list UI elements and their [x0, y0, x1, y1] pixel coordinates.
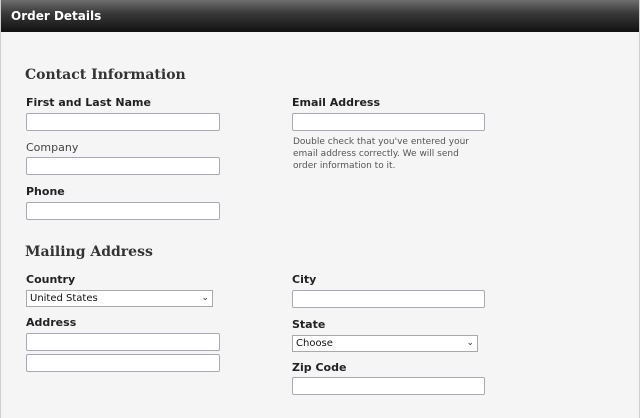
country-select[interactable]: United States ⌄: [26, 290, 213, 307]
address-line2-input[interactable]: [26, 354, 220, 372]
zip-label: Zip Code: [292, 361, 347, 374]
phone-input[interactable]: [26, 202, 220, 220]
name-input[interactable]: [26, 113, 220, 131]
zip-input[interactable]: [292, 377, 485, 395]
order-details-window: Order Details Contact Information First …: [0, 0, 640, 418]
company-label: Company: [26, 141, 79, 154]
country-select-value: United States: [30, 293, 98, 304]
country-label: Country: [26, 273, 76, 286]
city-input[interactable]: [292, 290, 485, 308]
phone-label: Phone: [26, 185, 65, 198]
company-input[interactable]: [26, 157, 220, 175]
window-title: Order Details: [1, 0, 639, 32]
contact-information-heading: Contact Information: [25, 67, 186, 83]
email-label: Email Address: [292, 96, 381, 109]
address-line1-input[interactable]: [26, 333, 220, 351]
address-label: Address: [26, 316, 77, 329]
city-label: City: [292, 273, 317, 286]
state-select[interactable]: Choose ⌄: [292, 335, 478, 352]
email-help-text: Double check that you've entered your em…: [293, 137, 469, 171]
state-select-value: Choose: [296, 338, 333, 349]
mailing-address-heading: Mailing Address: [25, 244, 153, 260]
chevron-down-icon: ⌄: [466, 338, 474, 348]
chevron-down-icon: ⌄: [201, 293, 209, 303]
name-label: First and Last Name: [26, 96, 151, 109]
email-input[interactable]: [292, 113, 485, 131]
state-label: State: [292, 318, 326, 331]
